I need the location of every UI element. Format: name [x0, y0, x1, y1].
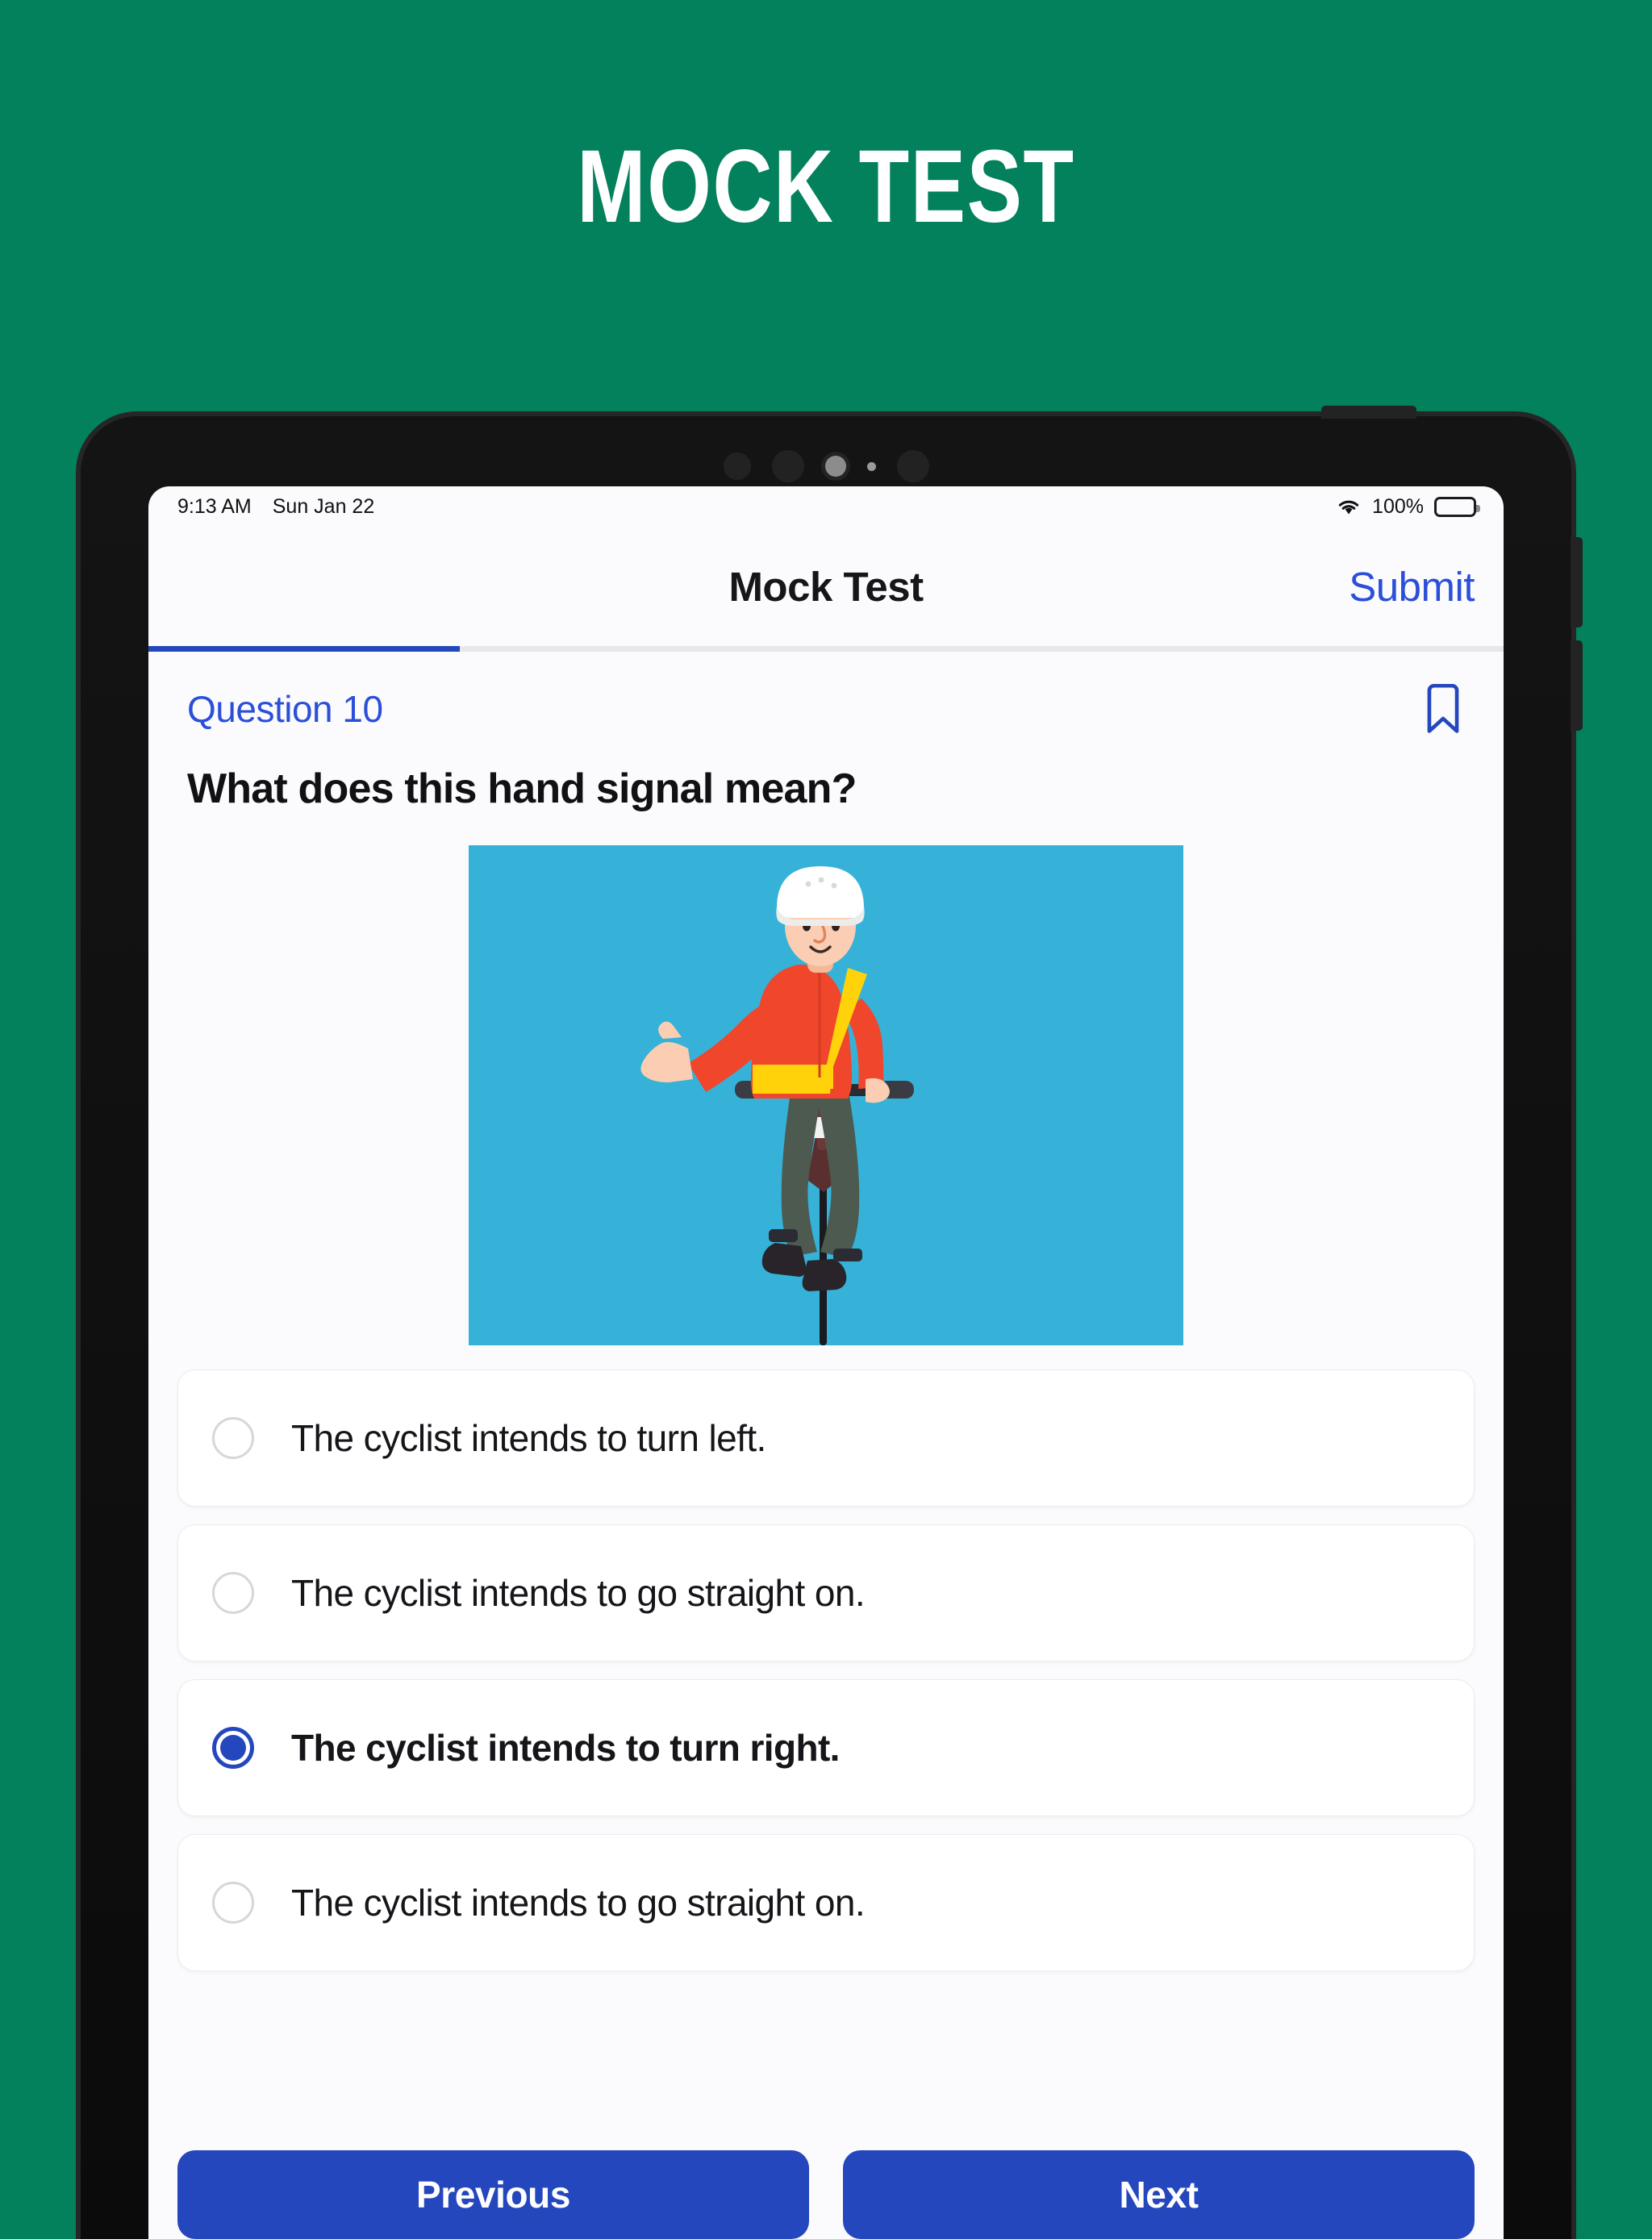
- question-text: What does this hand signal mean?: [187, 765, 857, 812]
- question-content: Question 10 What does this hand signal m…: [148, 652, 1504, 1971]
- answer-option-2[interactable]: The cyclist intends to go straight on.: [177, 1524, 1475, 1662]
- status-date: Sun Jan 22: [272, 494, 375, 518]
- progress-bar: [148, 646, 1504, 652]
- question-image-container: [177, 845, 1475, 1345]
- answer-option-label: The cyclist intends to turn left.: [291, 1417, 766, 1459]
- radio-button-icon[interactable]: [212, 1572, 254, 1614]
- status-time: 9:13 AM: [177, 494, 252, 518]
- previous-button[interactable]: Previous: [177, 2150, 809, 2239]
- power-button[interactable]: [1321, 406, 1416, 419]
- progress-bar-fill: [148, 646, 461, 652]
- answer-options-list: The cyclist intends to turn left. The cyc…: [177, 1370, 1475, 1971]
- status-bar-left: 9:13 AM Sun Jan 22: [177, 495, 374, 519]
- wifi-icon: [1338, 500, 1359, 515]
- navigation-bar: Mock Test Submit: [148, 527, 1504, 646]
- page-title: MOCK TEST: [577, 129, 1075, 244]
- answer-option-label: The cyclist intends to turn right.: [291, 1727, 840, 1769]
- sensor-dot-icon: [896, 450, 929, 482]
- question-navigation-bar: Previous Next: [148, 2150, 1504, 2239]
- volume-down-button[interactable]: [1571, 640, 1583, 731]
- indicator-led-icon: [866, 461, 876, 471]
- battery-icon: [1434, 496, 1480, 517]
- device-screen: 9:13 AM Sun Jan 22 100% Mock Test Submit: [148, 486, 1504, 2239]
- status-bar-right: 100%: [1336, 494, 1480, 519]
- radio-button-icon[interactable]: [212, 1882, 254, 1924]
- bookmark-icon[interactable]: [1421, 684, 1465, 734]
- answer-option-1[interactable]: The cyclist intends to turn left.: [177, 1370, 1475, 1507]
- question-number-label: Question 10: [187, 688, 383, 730]
- tablet-device-frame: 9:13 AM Sun Jan 22 100% Mock Test Submit: [81, 406, 1583, 2239]
- question-header: Question 10: [177, 652, 1475, 734]
- next-button[interactable]: Next: [843, 2150, 1475, 2239]
- answer-option-label: The cyclist intends to go straight on.: [291, 1572, 866, 1614]
- cyclist-hand-signal-illustration: [469, 845, 1183, 1345]
- sensor-dot-icon: [771, 450, 804, 482]
- battery-percent-label: 100%: [1372, 494, 1424, 518]
- answer-option-4[interactable]: The cyclist intends to go straight on.: [177, 1834, 1475, 1971]
- radio-button-selected-icon[interactable]: [212, 1727, 254, 1769]
- front-sensor-array: [81, 445, 1571, 487]
- screen-title: Mock Test: [728, 563, 924, 610]
- answer-option-3[interactable]: The cyclist intends to turn right.: [177, 1679, 1475, 1816]
- front-camera-icon: [824, 456, 846, 477]
- answer-option-label: The cyclist intends to go straight on.: [291, 1882, 866, 1924]
- submit-button[interactable]: Submit: [1349, 563, 1475, 611]
- sensor-dot-icon: [723, 452, 751, 480]
- volume-up-button[interactable]: [1571, 537, 1583, 628]
- status-bar: 9:13 AM Sun Jan 22 100%: [148, 486, 1504, 527]
- radio-button-icon[interactable]: [212, 1417, 254, 1459]
